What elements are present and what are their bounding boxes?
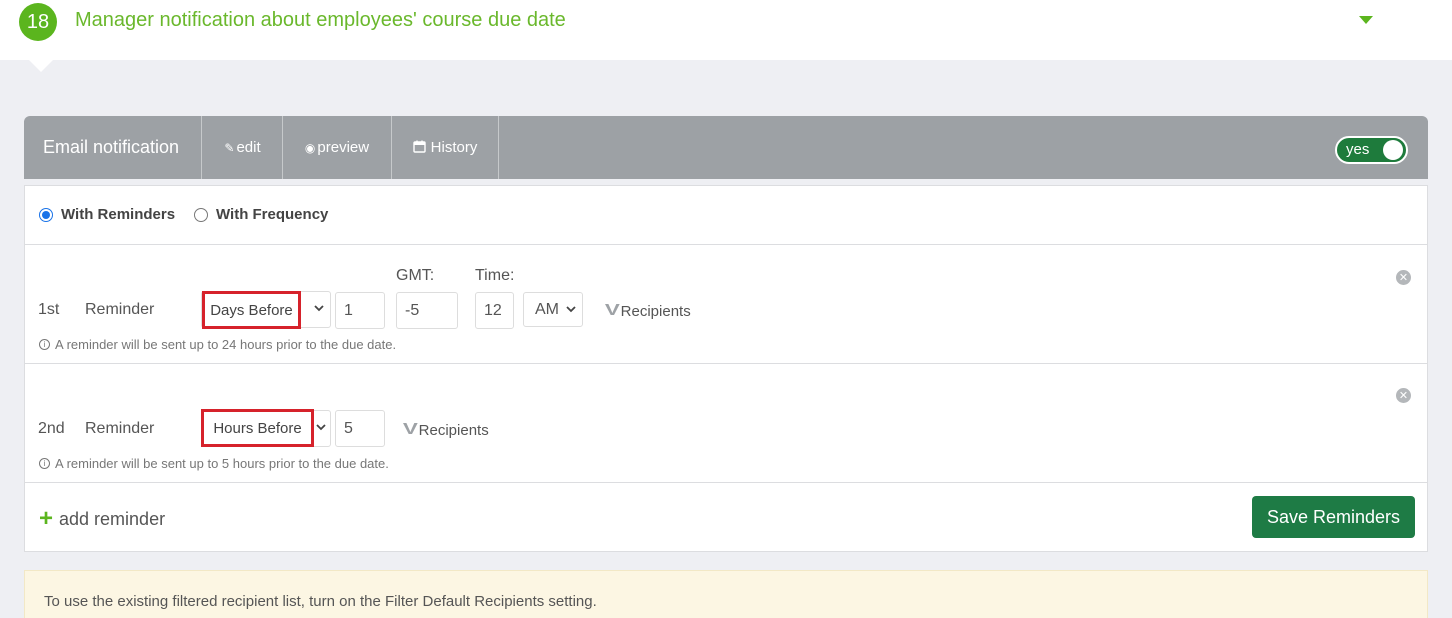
chevron-down-icon: V <box>604 302 620 319</box>
eye-icon: ◉ <box>304 140 316 155</box>
reminder-hint-text: A reminder will be sent up to 5 hours pr… <box>55 456 389 471</box>
preview-tab[interactable]: ◉ preview <box>283 116 392 179</box>
reminders-panel: With Reminders With Frequency GMT: Time:… <box>24 185 1428 552</box>
remove-reminder-icon[interactable]: ✕ <box>1396 270 1411 285</box>
unit-select-value[interactable]: Days Before <box>202 291 301 329</box>
reminder-ordinal: 1st <box>38 301 60 318</box>
remove-reminder-icon[interactable]: ✕ <box>1396 388 1411 403</box>
with-frequency-label: With Frequency <box>216 206 329 223</box>
preview-label: preview <box>317 139 370 156</box>
info-icon: i <box>39 458 50 469</box>
edit-tab[interactable]: ✎ edit <box>203 116 283 179</box>
email-notification-title: Email notification <box>24 116 202 179</box>
section-title[interactable]: Manager notification about employees' co… <box>75 9 566 32</box>
chevron-down-icon <box>313 302 325 317</box>
ampm-value: AM <box>535 301 559 318</box>
amount-input[interactable]: 1 <box>335 292 385 329</box>
header-pointer <box>28 59 54 72</box>
calendar-icon <box>412 140 426 156</box>
with-reminders-radio[interactable]: With Reminders <box>39 206 175 223</box>
mode-selector: With Reminders With Frequency <box>25 186 1427 245</box>
recipients-label: Recipients <box>620 302 691 320</box>
history-tab[interactable]: History <box>392 116 499 179</box>
ampm-select[interactable]: AM <box>523 292 583 327</box>
unit-select-value[interactable]: Hours Before <box>201 409 314 447</box>
reminder-hint: i A reminder will be sent up to 5 hours … <box>39 456 389 471</box>
reminder-row-2: 2nd Reminder Hours Before 5 V Recipients… <box>25 365 1427 483</box>
gmt-label: GMT: <box>396 267 435 284</box>
gmt-input[interactable]: -5 <box>396 292 458 329</box>
step-number-badge: 18 <box>19 3 57 41</box>
chevron-down-icon: V <box>402 421 418 438</box>
caret-down-icon[interactable] <box>1359 16 1373 24</box>
edit-label: edit <box>236 139 261 156</box>
reminder-ordinal: 2nd <box>38 420 65 437</box>
with-reminders-label: With Reminders <box>61 206 176 223</box>
recipients-label: Recipients <box>418 421 489 439</box>
section-header[interactable]: 18 Manager notification about employees'… <box>0 0 1452 72</box>
radio-selected-icon[interactable] <box>39 207 53 222</box>
amount-input[interactable]: 5 <box>335 410 385 447</box>
plus-icon: + <box>39 505 54 532</box>
hour-input[interactable]: 12 <box>475 292 514 329</box>
reminder-hint: i A reminder will be sent up to 24 hours… <box>39 337 396 352</box>
email-notification-bar: Email notification ✎ edit ◉ preview Hist… <box>24 116 1428 179</box>
recipients-toggle[interactable]: V Recipients <box>402 421 489 439</box>
with-frequency-radio[interactable]: With Frequency <box>194 206 328 223</box>
info-message: To use the existing filtered recipient l… <box>24 570 1428 618</box>
add-reminder-button[interactable]: + add reminder <box>39 507 165 531</box>
reminder-label: Reminder <box>85 420 155 437</box>
info-message-text: To use the existing filtered recipient l… <box>44 593 597 610</box>
reminder-row-1: GMT: Time: 1st Reminder Days Before 1 -5… <box>25 246 1427 364</box>
chevron-down-icon <box>565 303 577 318</box>
reminder-label: Reminder <box>85 301 155 318</box>
chevron-down-icon <box>315 421 327 436</box>
enable-toggle[interactable]: yes <box>1335 136 1408 164</box>
save-reminders-button[interactable]: Save Reminders <box>1252 496 1415 538</box>
toggle-label: yes <box>1346 141 1370 158</box>
info-icon: i <box>39 339 50 350</box>
reminder-hint-text: A reminder will be sent up to 24 hours p… <box>55 337 397 352</box>
pencil-icon: ✎ <box>224 140 235 155</box>
add-reminder-label: add reminder <box>59 508 166 529</box>
toggle-knob <box>1383 140 1403 160</box>
history-label: History <box>430 139 478 156</box>
radio-unselected-icon[interactable] <box>194 207 208 222</box>
time-label: Time: <box>475 267 515 284</box>
recipients-toggle[interactable]: V Recipients <box>604 302 691 320</box>
